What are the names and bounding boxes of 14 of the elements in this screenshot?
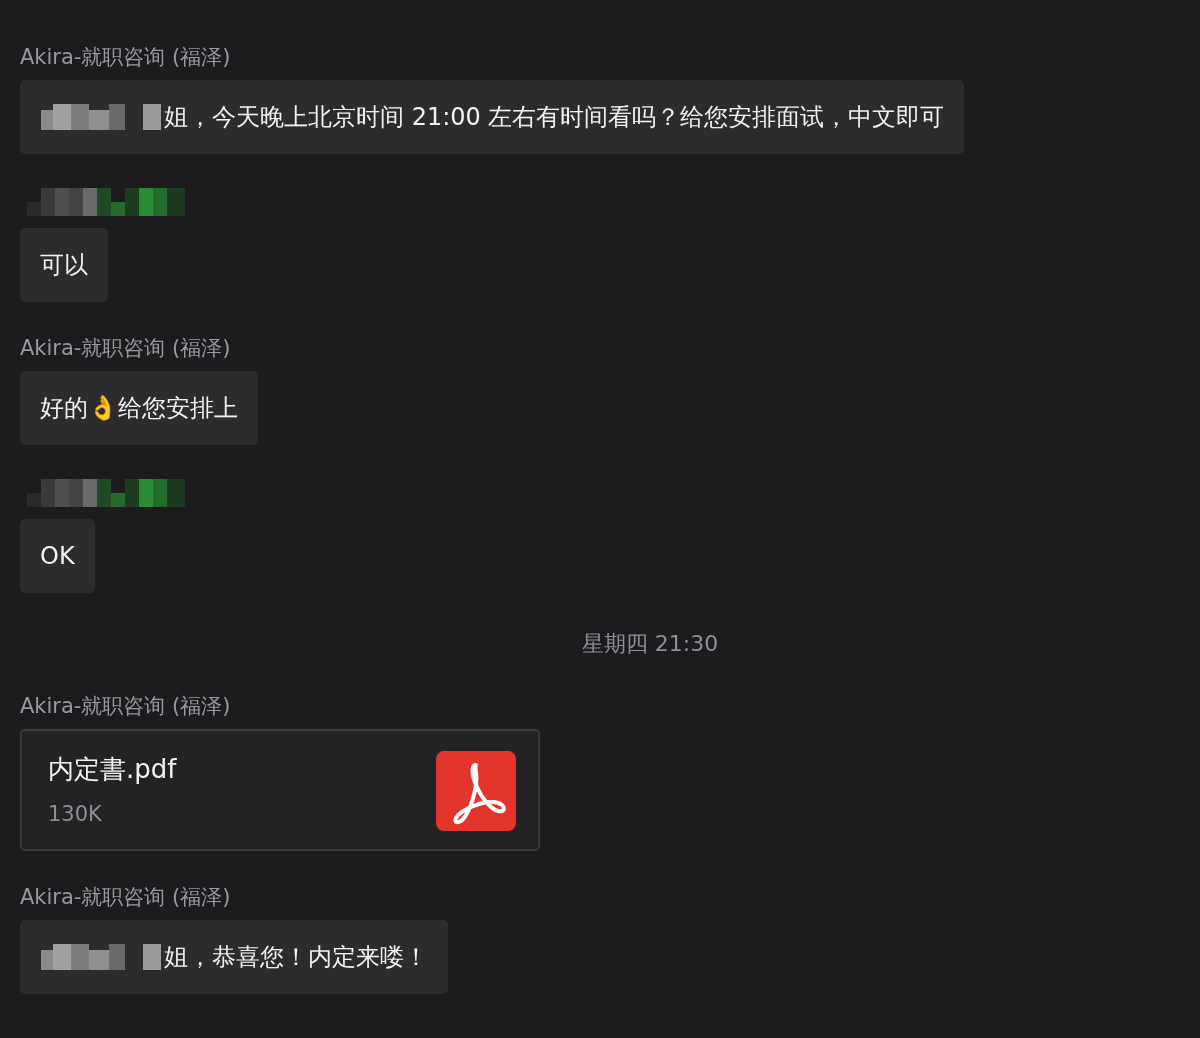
message-bubble: 姐，恭喜您！内定来喽！ xyxy=(20,920,448,994)
sender-name: Akira-就职咨询 (福泽) xyxy=(20,45,231,70)
sender-name: Akira-就职咨询 (福泽) xyxy=(20,336,231,361)
message-bubble: 可以 xyxy=(20,228,108,302)
timestamp: 星期四 21:30 xyxy=(581,630,719,658)
sender-name: Akira-就职咨询 (福泽) xyxy=(20,694,231,719)
sender-name: Akira-就职咨询 (福泽) xyxy=(20,885,231,910)
message-bubble: 好的👌给您安排上 xyxy=(20,371,258,445)
file-card[interactable]: 内定書.pdf 130K xyxy=(20,729,540,851)
pdf-icon xyxy=(436,751,516,831)
file-name: 内定書.pdf xyxy=(48,753,177,787)
message-bubble: OK xyxy=(20,519,95,593)
message-bubble: 姐，今天晚上北京时间 21:00 左右有时间看吗？给您安排面试，中文即可 xyxy=(20,80,965,154)
file-size: 130K xyxy=(48,801,102,829)
